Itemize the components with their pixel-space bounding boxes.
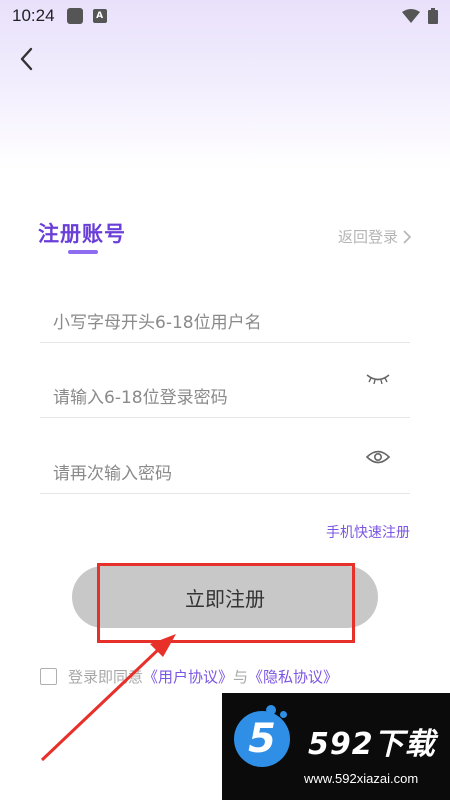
notification-icon (66, 8, 83, 24)
page-title: 注册账号 (38, 222, 126, 246)
agreement-prefix: 登录即同意 (68, 668, 144, 686)
password-field (40, 368, 410, 418)
agreement-checkbox[interactable] (40, 668, 57, 685)
username-field (40, 293, 410, 343)
phone-quick-register-link[interactable]: 手机快速注册 (326, 522, 410, 542)
back-button[interactable] (12, 44, 42, 74)
battery-icon (428, 8, 438, 24)
eye-open-icon[interactable] (366, 448, 390, 466)
watermark-dot (280, 711, 287, 718)
watermark-brand: 592下载 (308, 727, 436, 762)
wifi-icon (402, 9, 420, 23)
watermark-dot (266, 705, 276, 715)
chevron-left-icon (20, 47, 33, 71)
status-bar: 10:24 A (0, 0, 450, 32)
watermark-url: www.592xiazai.com (304, 771, 419, 786)
agreement-row: 登录即同意 《用户协议》 与 《隐私协议》 (40, 666, 338, 687)
chevron-right-icon (403, 229, 412, 244)
status-time: 10:24 (12, 6, 55, 25)
password-input[interactable] (53, 378, 363, 418)
confirm-password-input[interactable] (53, 454, 363, 494)
username-input[interactable] (53, 303, 363, 343)
watermark-logo: 5 (234, 711, 290, 767)
title-underline (68, 250, 98, 254)
privacy-policy-link[interactable]: 《隐私协议》 (248, 666, 338, 687)
agreement-conjunction: 与 (233, 668, 249, 686)
back-to-login-label: 返回登录 (337, 228, 398, 246)
a-badge-icon: A (92, 9, 107, 23)
annotation-highlight-box (97, 563, 355, 643)
confirm-password-field (40, 444, 410, 494)
site-watermark: 5 592下载 www.592xiazai.com (222, 693, 450, 800)
eye-closed-icon[interactable] (366, 372, 390, 386)
user-agreement-link[interactable]: 《用户协议》 (143, 666, 233, 687)
back-to-login-link[interactable]: 返回登录 (338, 226, 412, 247)
